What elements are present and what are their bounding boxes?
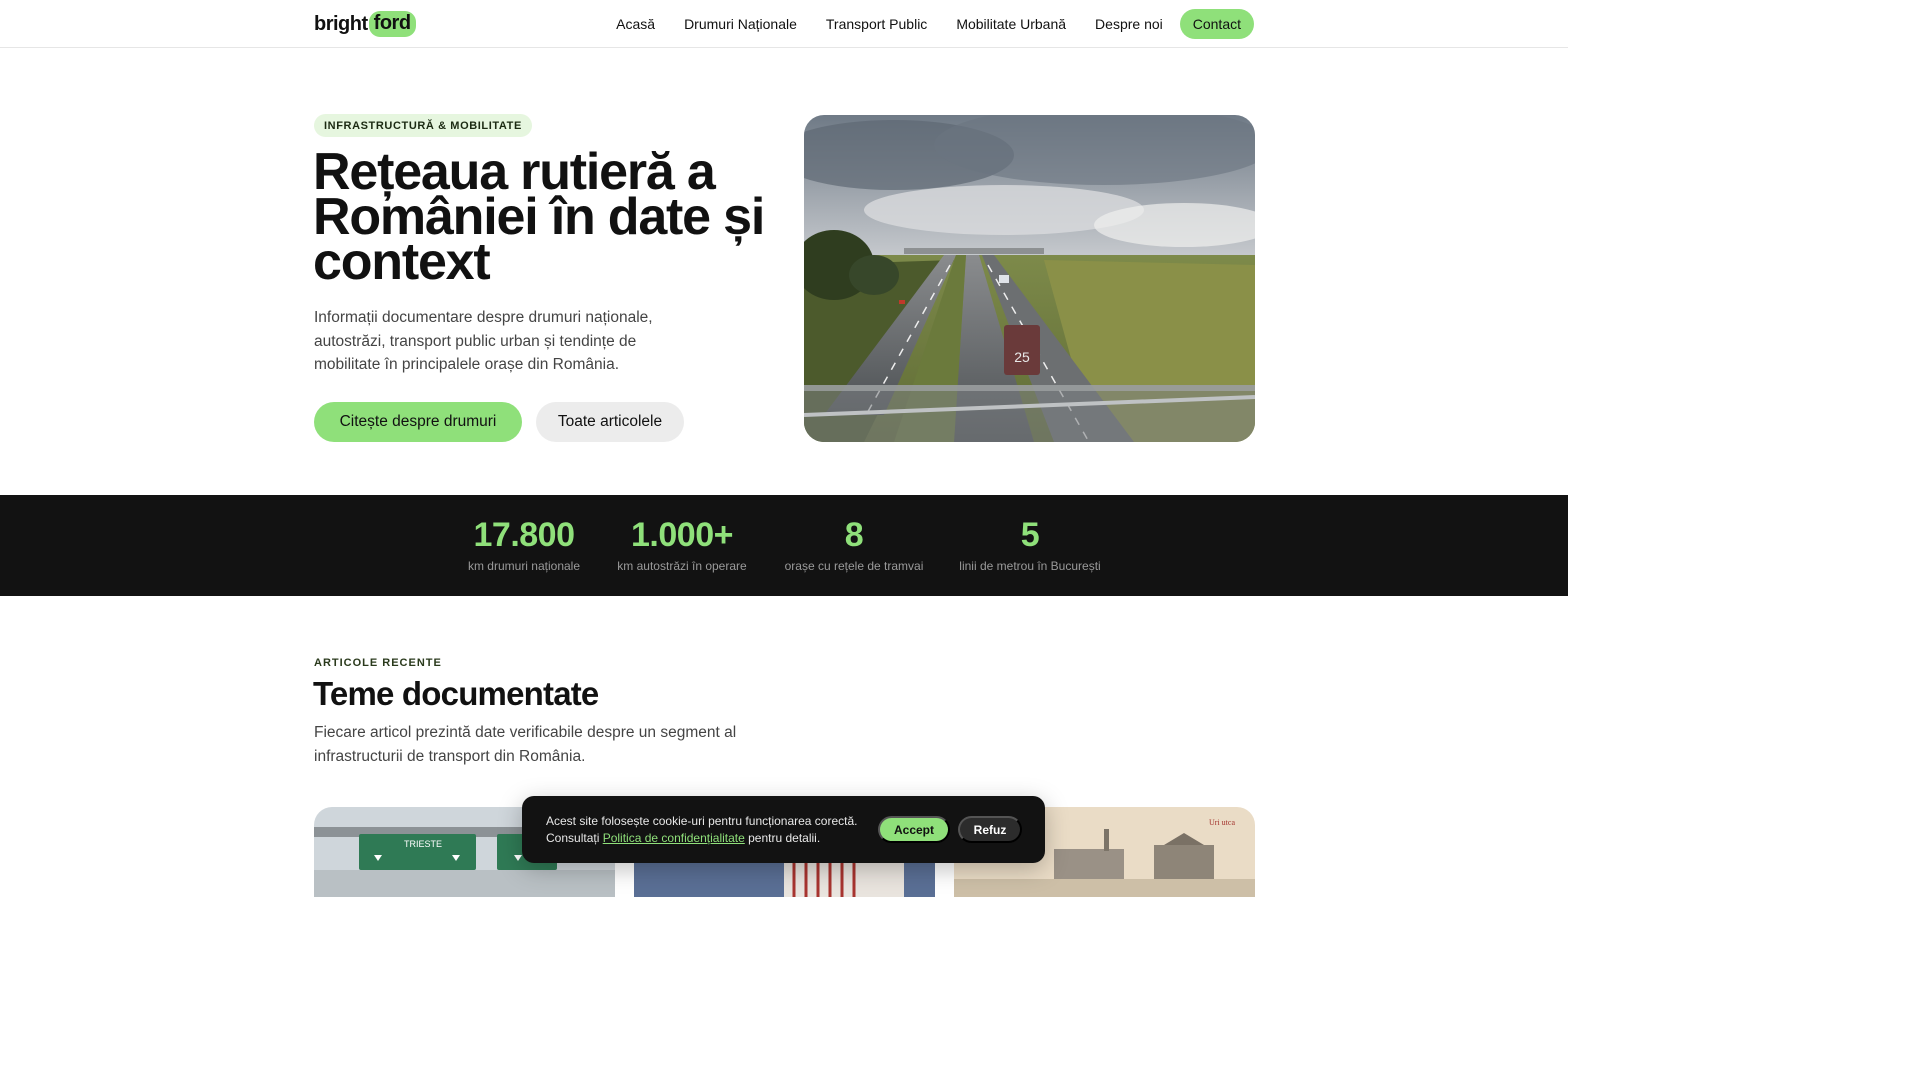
cookie-text-after: pentru detalii.	[744, 831, 821, 845]
contact-button[interactable]: Contact	[1179, 9, 1254, 39]
nav-links: Acasă Drumuri Naționale Transport Public…	[616, 9, 1254, 39]
hero-title: Rețeaua rutieră a României în date și co…	[313, 143, 765, 291]
stat-label: km drumuri naționale	[467, 559, 581, 573]
stat-label: orașe cu rețele de tramvai	[784, 559, 924, 573]
nav-link-drumuri-nationale[interactable]: Drumuri Naționale	[684, 16, 797, 32]
stats-banner: 17.800 km drumuri naționale 1.000+ km au…	[0, 495, 1568, 596]
logo-text-ford: ford	[368, 11, 416, 37]
svg-text:25: 25	[1014, 349, 1030, 365]
read-about-roads-button[interactable]: Citește despre drumuri	[314, 402, 522, 442]
cookie-refuse-button[interactable]: Refuz	[958, 816, 1022, 843]
nav-link-despre-noi[interactable]: Despre noi	[1095, 16, 1163, 32]
stat-highways: 1.000+ km autostrăzi în operare	[612, 515, 752, 573]
stat-national-roads: 17.800 km drumuri naționale	[464, 515, 584, 573]
stat-number: 5	[1020, 516, 1040, 554]
stat-label: linii de metrou în București	[959, 559, 1101, 573]
nav-link-acasa[interactable]: Acasă	[616, 16, 655, 32]
postcard-caption-text: Uri utca	[1209, 818, 1235, 827]
section-eyebrow: ARTICOLE RECENTE	[314, 657, 442, 669]
hero-highway-image: 25	[804, 115, 1255, 442]
cookie-accept-button[interactable]: Accept	[878, 816, 950, 843]
hero-description: Informații documentare despre drumuri na…	[314, 309, 653, 373]
hero-category-tag: INFRASTRUCTURĂ & MOBILITATE	[314, 114, 532, 137]
cookie-message: Acest site folosește cookie-uri pentru f…	[546, 813, 876, 847]
stat-number: 1.000+	[631, 516, 733, 554]
cookie-banner: Acest site folosește cookie-uri pentru f…	[522, 796, 1045, 863]
section-description: Fiecare articol prezintă date verificabi…	[314, 724, 737, 765]
stat-metro-lines: 5 linii de metrou în București	[956, 515, 1104, 573]
all-articles-button[interactable]: Toate articolele	[536, 402, 684, 442]
section-title: Teme documentate	[313, 675, 599, 712]
privacy-policy-link[interactable]: Politica de confidențialitate	[603, 831, 745, 845]
highway-photo-icon: 25	[804, 115, 1255, 442]
sign-trieste-text: TRIESTE	[404, 839, 442, 849]
stat-number: 8	[844, 516, 864, 554]
top-navigation: bright ford Acasă Drumuri Naționale Trans…	[0, 0, 1568, 48]
stat-tram-cities: 8 orașe cu rețele de tramvai	[780, 515, 928, 573]
stat-number: 17.800	[473, 516, 576, 554]
site-logo[interactable]: bright ford	[314, 11, 416, 37]
stat-label: km autostrăzi în operare	[617, 559, 747, 573]
logo-text-bright: bright	[314, 12, 368, 35]
nav-link-mobilitate-urbana[interactable]: Mobilitate Urbană	[956, 16, 1066, 32]
nav-link-transport-public[interactable]: Transport Public	[826, 16, 927, 32]
